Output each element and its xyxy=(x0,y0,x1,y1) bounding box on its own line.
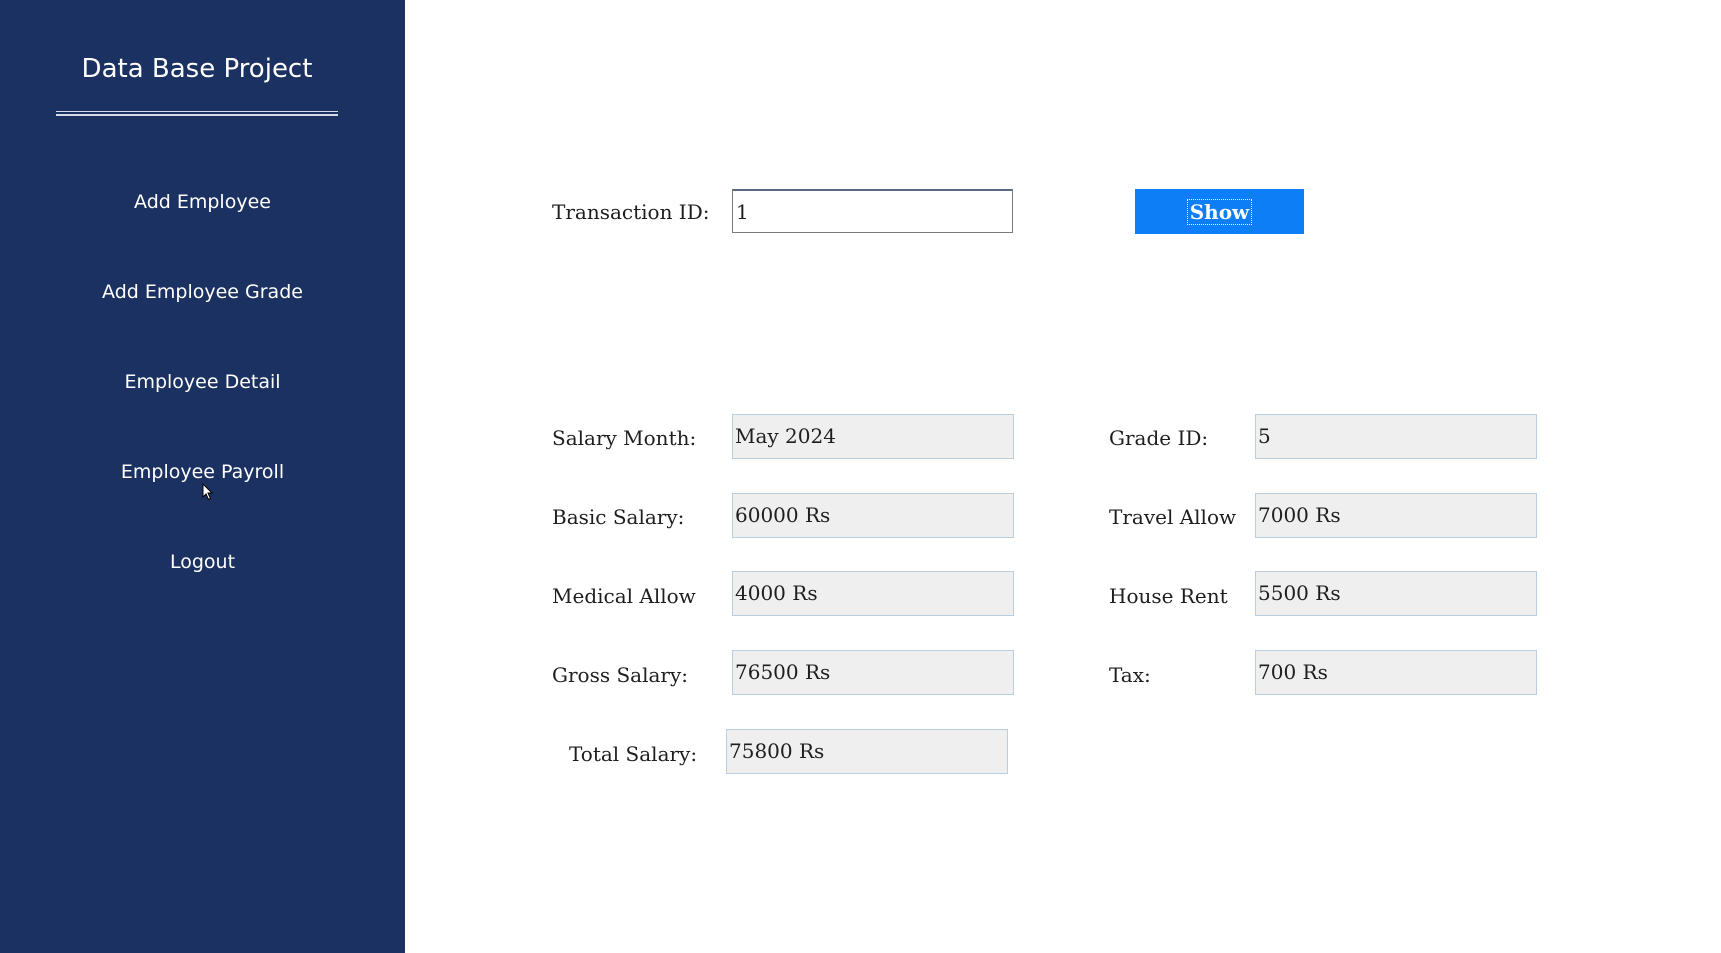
app-title: Data Base Project xyxy=(81,54,313,84)
travel-allow-label: Travel Allow xyxy=(1109,505,1237,529)
salary-month-field: May 2024 xyxy=(732,414,1014,459)
nav-logout[interactable]: Logout xyxy=(0,551,405,573)
tax-field: 700 Rs xyxy=(1255,650,1537,695)
gross-salary-label: Gross Salary: xyxy=(552,663,689,687)
basic-salary-field: 60000 Rs xyxy=(732,493,1014,538)
medical-allow-label: Medical Allow xyxy=(552,584,696,608)
salary-month-label: Salary Month: xyxy=(552,426,697,450)
medical-allow-field: 4000 Rs xyxy=(732,571,1014,616)
house-rent-field: 5500 Rs xyxy=(1255,571,1537,616)
show-button[interactable]: Show xyxy=(1135,189,1304,234)
house-rent-label: House Rent xyxy=(1109,584,1228,608)
travel-allow-field: 7000 Rs xyxy=(1255,493,1537,538)
mouse-pointer-icon xyxy=(202,483,214,501)
payroll-panel: Transaction ID: Show Salary Month: May 2… xyxy=(405,0,1721,953)
transaction-id-label: Transaction ID: xyxy=(552,200,710,224)
nav-employee-detail[interactable]: Employee Detail xyxy=(0,371,405,393)
basic-salary-label: Basic Salary: xyxy=(552,505,685,529)
sidebar: Data Base Project Add Employee Add Emplo… xyxy=(0,0,405,953)
tax-label: Tax: xyxy=(1109,663,1151,687)
grade-id-field: 5 xyxy=(1255,414,1537,459)
show-button-label: Show xyxy=(1186,198,1253,225)
nav-add-employee[interactable]: Add Employee xyxy=(0,191,405,213)
title-divider xyxy=(56,111,338,116)
total-salary-label: Total Salary: xyxy=(569,742,698,766)
grade-id-label: Grade ID: xyxy=(1109,426,1209,450)
gross-salary-field: 76500 Rs xyxy=(732,650,1014,695)
transaction-id-input[interactable] xyxy=(732,189,1013,233)
nav-employee-payroll[interactable]: Employee Payroll xyxy=(0,461,405,483)
total-salary-field: 75800 Rs xyxy=(726,729,1008,774)
nav-add-employee-grade[interactable]: Add Employee Grade xyxy=(0,281,405,303)
